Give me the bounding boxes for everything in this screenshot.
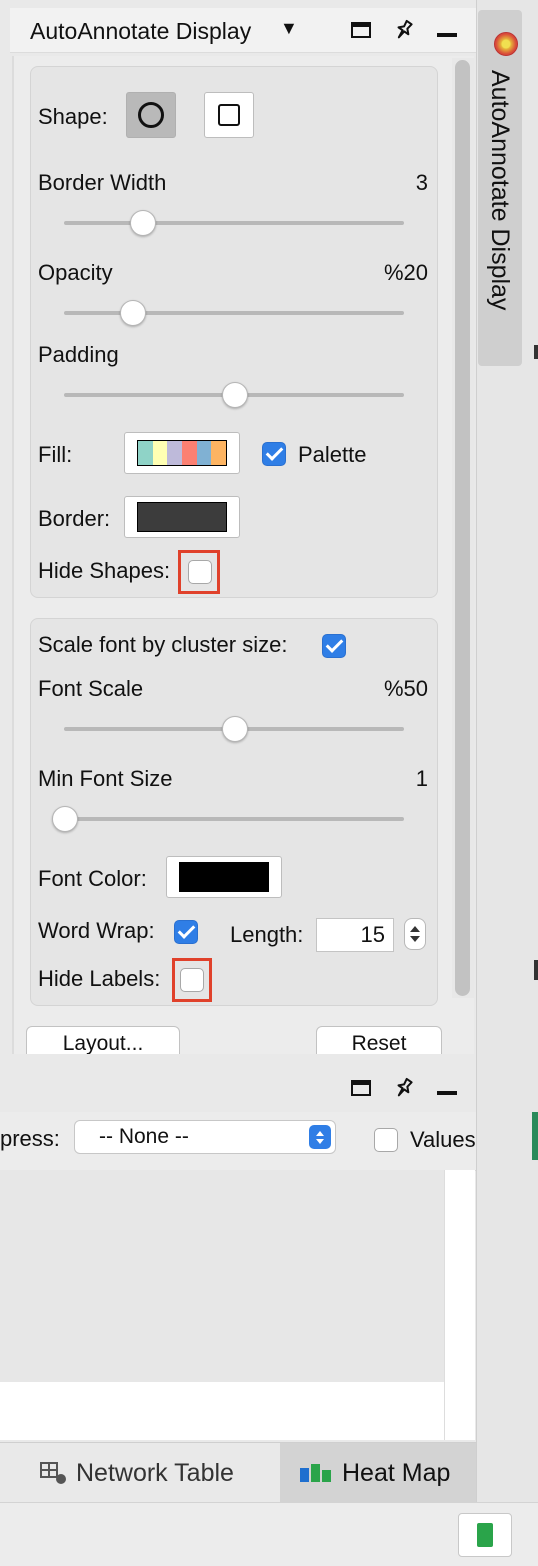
border-color-button[interactable] — [124, 496, 240, 538]
pin-icon[interactable] — [391, 1075, 417, 1101]
maximize-icon[interactable] — [348, 1075, 374, 1101]
palette-color — [152, 441, 168, 465]
border-width-label: Border Width — [38, 170, 167, 195]
rectangle-shape-button[interactable] — [204, 92, 254, 138]
slider-thumb[interactable] — [222, 382, 248, 408]
tab-label: Network Table — [76, 1458, 234, 1487]
font-scale-slider[interactable] — [64, 716, 404, 742]
min-font-size-label: Min Font Size — [38, 766, 173, 791]
network-table-icon — [40, 1462, 66, 1484]
slider-thumb[interactable] — [52, 806, 78, 832]
palette-swatch — [137, 440, 227, 466]
chevron-down-icon[interactable]: ▼ — [280, 18, 298, 39]
autoannotate-icon — [494, 32, 518, 56]
scale-font-checkbox[interactable] — [322, 634, 346, 658]
palette-color — [196, 441, 212, 465]
length-field[interactable]: 15 — [316, 918, 394, 952]
border-width-value: 3 — [415, 170, 428, 195]
min-font-size-value: 1 — [415, 766, 428, 791]
select-arrows-icon — [309, 1125, 331, 1149]
palette-label: Palette — [298, 442, 367, 467]
scrollbar-thumb[interactable] — [455, 60, 470, 996]
tab-label: Heat Map — [342, 1458, 451, 1487]
edge-mark — [534, 345, 538, 359]
length-stepper[interactable] — [404, 918, 426, 950]
lower-panel-header — [0, 1062, 476, 1112]
minimize-icon[interactable] — [434, 17, 460, 43]
minimize-icon[interactable] — [434, 1075, 460, 1101]
heatmap-area — [0, 1170, 444, 1382]
app-window: AutoAnnotate Display AutoAnnotate Displa… — [0, 0, 538, 1566]
side-tab-autoannotate[interactable]: AutoAnnotate Display — [478, 10, 522, 366]
word-wrap-checkbox[interactable] — [174, 920, 198, 944]
maximize-icon[interactable] — [348, 17, 374, 43]
opacity-label: Opacity — [38, 260, 113, 285]
square-icon — [218, 104, 240, 126]
heatmap-scroll-strip[interactable] — [444, 1170, 475, 1440]
palette-color — [182, 441, 197, 465]
heat-map-icon — [300, 1464, 332, 1482]
memory-status-button[interactable] — [458, 1513, 512, 1557]
shape-label: Shape: — [38, 104, 108, 129]
hide-shapes-label: Hide Shapes: — [38, 558, 171, 583]
slider-thumb[interactable] — [222, 716, 248, 742]
panel-header: AutoAnnotate Display ▼ — [10, 8, 476, 53]
padding-label: Padding — [38, 342, 119, 367]
font-color-label: Font Color: — [38, 866, 147, 891]
express-label: press: — [0, 1126, 60, 1151]
scale-font-label: Scale font by cluster size: — [38, 632, 288, 657]
palette-color — [138, 441, 153, 465]
values-label: Values — [410, 1127, 476, 1152]
border-label: Border: — [38, 506, 111, 531]
express-select-value: -- None -- — [99, 1125, 189, 1148]
pin-icon[interactable] — [391, 17, 417, 43]
palette-checkbox[interactable] — [262, 442, 286, 466]
palette-color — [167, 441, 183, 465]
hide-labels-label: Hide Labels: — [38, 966, 161, 991]
status-bar — [0, 1502, 538, 1566]
side-tab-label: AutoAnnotate Display — [486, 70, 514, 311]
min-font-size-slider[interactable] — [52, 806, 404, 832]
palette-color — [211, 441, 227, 465]
word-wrap-label: Word Wrap: — [38, 918, 155, 943]
panel-title[interactable]: AutoAnnotate Display — [30, 18, 251, 45]
opacity-slider[interactable] — [64, 300, 404, 326]
memory-status-icon — [473, 1523, 497, 1547]
edge-mark — [534, 960, 538, 980]
slider-thumb[interactable] — [120, 300, 146, 326]
tab-heat-map[interactable]: Heat Map — [280, 1443, 476, 1503]
border-color-swatch — [137, 502, 227, 532]
fill-label: Fill: — [38, 442, 73, 467]
font-color-button[interactable] — [166, 856, 282, 898]
font-color-swatch — [179, 862, 269, 892]
circle-shape-button[interactable] — [126, 92, 176, 138]
opacity-value: %20 — [383, 260, 428, 285]
length-label: Length: — [230, 922, 304, 947]
values-checkbox[interactable] — [374, 1128, 398, 1152]
border-width-slider[interactable] — [64, 210, 404, 236]
font-scale-label: Font Scale — [38, 676, 144, 701]
autoannotate-display-panel: Shape: Border Width 3 Opacity %20 Paddin… — [12, 56, 474, 1054]
express-select[interactable]: -- None -- — [74, 1120, 336, 1154]
edge-mark — [532, 1112, 538, 1160]
layout-button[interactable]: Layout... — [26, 1026, 180, 1054]
reset-button[interactable]: Reset — [316, 1026, 442, 1054]
bottom-tab-bar: Network Table Heat Map — [0, 1442, 476, 1503]
tab-network-table[interactable]: Network Table — [40, 1443, 280, 1503]
circle-icon — [138, 102, 164, 128]
slider-thumb[interactable] — [130, 210, 157, 236]
heatmap-toolbar: press: -- None -- Values — [0, 1112, 476, 1171]
padding-slider[interactable] — [64, 382, 404, 408]
heatmap-footer-area — [0, 1382, 444, 1440]
hide-labels-checkbox[interactable] — [180, 968, 204, 992]
hide-shapes-checkbox[interactable] — [188, 560, 212, 584]
fill-color-button[interactable] — [124, 432, 240, 474]
font-scale-value: %50 — [383, 676, 428, 701]
